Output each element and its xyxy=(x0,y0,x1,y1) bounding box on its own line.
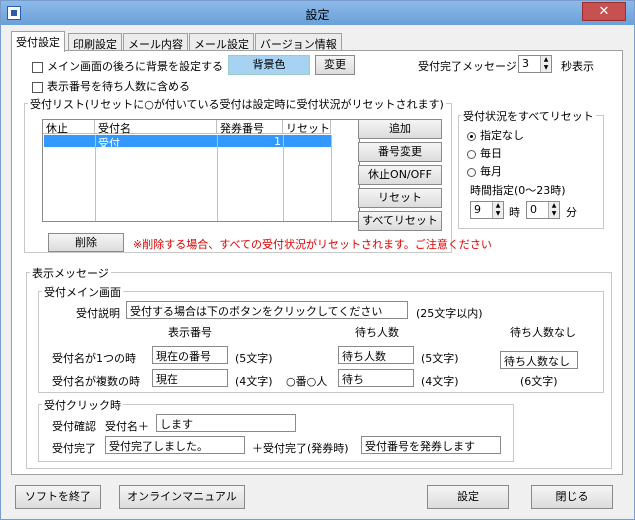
display-message-title: 表示メッセージ xyxy=(30,265,111,281)
col-wait-count: 待ち人数 xyxy=(355,326,399,339)
tab-print[interactable]: 印刷設定 xyxy=(68,33,122,51)
single-wait-limit: (5文字) xyxy=(421,352,459,365)
tab-version[interactable]: バージョン情報 xyxy=(255,33,342,51)
radio-none-label: 指定なし xyxy=(480,129,524,142)
multi-number-input[interactable]: 現在 xyxy=(152,369,228,387)
single-label: 受付名が1つの時 xyxy=(52,352,136,365)
quit-software-button[interactable]: ソフトを終了 xyxy=(15,485,101,509)
radio-monthly[interactable] xyxy=(467,167,476,177)
hour-value: 9 xyxy=(474,203,481,216)
bg-checkbox-label: メイン画面の後ろに背景を設定する xyxy=(47,60,223,73)
tab-mail-settings[interactable]: メール設定 xyxy=(189,33,254,51)
reception-settings-panel: メイン画面の後ろに背景を設定する 背景色 変更 受付完了メッセージ: 3 ▲ ▼ … xyxy=(11,50,623,475)
time-spec-label: 時間指定(0〜23時) xyxy=(470,184,566,197)
bg-color-swatch: 背景色 xyxy=(228,55,310,75)
col-divider xyxy=(283,135,284,221)
multi-wait-limit: (4文字) xyxy=(421,375,459,388)
col-header-number[interactable]: 発券番号 xyxy=(217,120,283,135)
hour-spinner[interactable]: 9 ▲ ▼ xyxy=(470,201,504,219)
desc-limit: (25文字以内) xyxy=(416,307,483,320)
click-title: 受付クリック時 xyxy=(42,397,123,413)
radio-monthly-row[interactable]: 毎月 xyxy=(467,163,502,179)
col-divider xyxy=(331,135,332,221)
single-number-limit: (5文字) xyxy=(235,352,273,365)
col-display-number: 表示番号 xyxy=(168,326,212,339)
radio-none-row[interactable]: 指定なし xyxy=(467,127,524,143)
reset-button[interactable]: リセット xyxy=(358,188,442,208)
delete-warning: ※削除する場合、すべての受付状況がリセットされます。ご注意ください xyxy=(133,238,492,251)
spinner-arrows-icon[interactable]: ▲ ▼ xyxy=(548,202,559,218)
table-row[interactable]: 受付 1 xyxy=(44,135,332,150)
apply-button[interactable]: 設定 xyxy=(427,485,509,509)
confirm-input[interactable]: します xyxy=(156,414,296,432)
tab-reception[interactable]: 受付設定 xyxy=(11,31,65,52)
radio-daily-row[interactable]: 毎日 xyxy=(467,145,502,161)
window-title: 設定 xyxy=(305,8,330,22)
col-header-name[interactable]: 受付名 xyxy=(95,120,217,135)
add-button[interactable]: 追加 xyxy=(358,119,442,139)
spinner-arrows-icon[interactable]: ▲ ▼ xyxy=(540,56,551,72)
reception-list-title: 受付リスト(リセットに○が付いている受付は設定時に受付状況がリセットされます) xyxy=(28,96,446,112)
minute-unit: 分 xyxy=(566,206,577,219)
reception-list[interactable]: 休止 受付名 発券番号 リセット 受付 1 xyxy=(42,119,360,222)
col-header-reset[interactable]: リセット xyxy=(283,120,331,135)
multi-mid-text: ○番○人 xyxy=(286,375,328,388)
row-name: 受付 xyxy=(98,137,120,150)
bg-checkbox-row[interactable]: メイン画面の後ろに背景を設定する xyxy=(32,58,223,74)
tab-mail-content[interactable]: メール内容 xyxy=(123,33,188,51)
show-wait-checkbox-row[interactable]: 表示番号を待ち人数に含める xyxy=(32,78,190,94)
col-header-pause[interactable]: 休止 xyxy=(43,120,95,135)
complete-issue-label: ＋受付完了(発券時) xyxy=(252,442,349,455)
confirm-prefix: 受付名＋ xyxy=(105,420,149,433)
complete-msg-seconds[interactable]: 3 ▲ ▼ xyxy=(518,55,552,73)
close-button[interactable]: 閉じる xyxy=(531,485,613,509)
single-wait-input[interactable]: 待ち人数 xyxy=(338,346,414,364)
change-bg-button[interactable]: 変更 xyxy=(315,55,355,75)
minute-spinner[interactable]: 0 ▲ ▼ xyxy=(526,201,560,219)
radio-monthly-label: 毎月 xyxy=(480,165,502,178)
desc-input[interactable]: 受付する場合は下のボタンをクリックしてください xyxy=(126,301,408,319)
row-number: 1 xyxy=(274,135,281,148)
bg-checkbox[interactable] xyxy=(32,61,43,73)
col-no-wait: 待ち人数なし xyxy=(510,326,576,339)
single-number-input[interactable]: 現在の番号 xyxy=(152,346,228,364)
radio-none[interactable] xyxy=(467,131,476,141)
close-icon[interactable]: ✕ xyxy=(582,2,626,21)
col-divider xyxy=(217,135,218,221)
main-screen-title: 受付メイン画面 xyxy=(42,284,123,300)
complete-msg-seconds-value: 3 xyxy=(522,57,529,70)
complete-issue-input[interactable]: 受付番号を発券します xyxy=(361,436,501,454)
radio-daily-label: 毎日 xyxy=(480,147,502,160)
seconds-label: 秒表示 xyxy=(561,60,594,73)
radio-daily[interactable] xyxy=(467,149,476,159)
reset-all-title: 受付状況をすべてリセット xyxy=(461,108,596,124)
col-divider xyxy=(95,135,96,221)
reset-all-button[interactable]: すべてリセット xyxy=(358,211,442,231)
title-bar: 設定 ✕ xyxy=(1,1,634,25)
desc-label: 受付説明 xyxy=(76,307,120,320)
settings-window: 設定 ✕ 受付設定 印刷設定 メール内容 メール設定 バージョン情報 メイン画面… xyxy=(0,0,635,520)
pause-toggle-button[interactable]: 休止ON/OFF xyxy=(358,165,442,185)
complete-input[interactable]: 受付完了しました。 xyxy=(105,436,245,454)
delete-button[interactable]: 削除 xyxy=(48,233,124,252)
multi-wait-input[interactable]: 待ち xyxy=(338,369,414,387)
complete-msg-label: 受付完了メッセージ: xyxy=(418,60,521,73)
minute-value: 0 xyxy=(530,203,537,216)
renumber-button[interactable]: 番号変更 xyxy=(358,142,442,162)
confirm-label: 受付確認 xyxy=(52,420,96,433)
no-wait-input[interactable]: 待ち人数なし xyxy=(500,351,578,369)
complete-label: 受付完了 xyxy=(52,442,96,455)
show-wait-label: 表示番号を待ち人数に含める xyxy=(47,80,190,93)
multi-number-limit: (4文字) xyxy=(235,375,273,388)
no-wait-limit: (6文字) xyxy=(520,375,558,388)
spinner-arrows-icon[interactable]: ▲ ▼ xyxy=(492,202,503,218)
online-manual-button[interactable]: オンラインマニュアル xyxy=(119,485,245,509)
show-wait-checkbox[interactable] xyxy=(32,81,43,93)
multi-label: 受付名が複数の時 xyxy=(52,375,140,388)
hour-unit: 時 xyxy=(509,206,520,219)
